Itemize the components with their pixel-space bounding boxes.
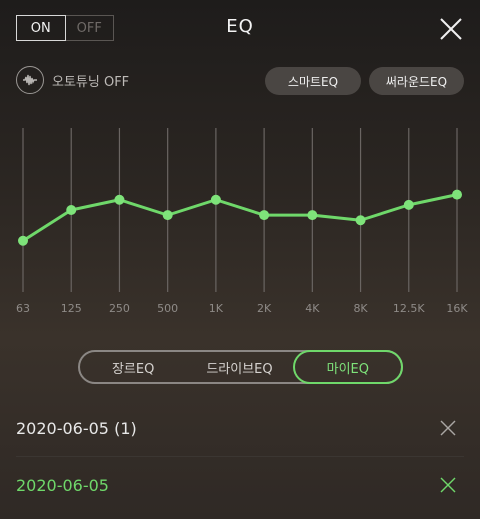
x-tick-label: 1K xyxy=(209,302,224,315)
x-tick-label: 12.5K xyxy=(393,302,425,315)
x-tick-label: 2K xyxy=(257,302,272,315)
list-item[interactable]: 2020-06-05 (1) xyxy=(16,400,464,457)
x-tick-label: 250 xyxy=(109,302,130,315)
eq-point-16K[interactable] xyxy=(452,189,462,200)
eq-point-4K[interactable] xyxy=(307,210,318,221)
x-tick-label: 8K xyxy=(353,302,368,315)
eq-point-12.5K[interactable] xyxy=(403,199,414,210)
x-tick-label: 4K xyxy=(305,302,320,315)
delete-icon[interactable] xyxy=(440,420,456,436)
surround-eq-button[interactable]: 써라운드EQ xyxy=(369,67,464,95)
x-tick-label: 16K xyxy=(446,302,468,315)
tab-genre-eq[interactable]: 장르EQ xyxy=(80,352,186,382)
delete-icon[interactable] xyxy=(440,477,456,493)
x-tick-label: 63 xyxy=(16,302,30,315)
autotune-toggle[interactable]: 오토튜닝 OFF xyxy=(16,66,129,94)
eq-type-tabs: 장르EQ 드라이브EQ 마이EQ xyxy=(78,350,403,384)
x-tick-label: 125 xyxy=(61,302,82,315)
eq-point-500[interactable] xyxy=(162,210,173,221)
smart-eq-button[interactable]: 스마트EQ xyxy=(265,67,361,95)
autotune-label: 오토튜닝 OFF xyxy=(52,74,130,90)
list-item-name: 2020-06-05 xyxy=(16,475,109,495)
top-bar: ON OFF EQ xyxy=(0,0,480,60)
close-icon[interactable] xyxy=(438,16,464,42)
my-eq-list: 2020-06-05 (1) 2020-06-05 xyxy=(0,400,480,513)
eq-point-125[interactable] xyxy=(66,205,77,215)
eq-options-row: 오토튜닝 OFF 스마트EQ 써라운드EQ xyxy=(0,62,480,102)
list-item-name: 2020-06-05 (1) xyxy=(16,418,137,438)
eq-chart[interactable]: 63 125 250 500 1K 2K 4K 8K 12.5K 16K xyxy=(0,120,480,320)
page-title: EQ xyxy=(226,16,254,37)
list-item-selected[interactable]: 2020-06-05 xyxy=(16,457,464,513)
tab-drive-eq[interactable]: 드라이브EQ xyxy=(186,352,292,382)
eq-point-250[interactable] xyxy=(114,194,125,205)
x-tick-label: 500 xyxy=(157,302,178,315)
waveform-icon xyxy=(16,66,44,94)
tab-my-eq[interactable]: 마이EQ xyxy=(292,350,403,384)
eq-curve xyxy=(22,193,458,243)
eq-point-2K[interactable] xyxy=(259,210,270,221)
eq-point-63[interactable] xyxy=(18,235,28,246)
eq-point-1K[interactable] xyxy=(210,194,221,205)
eq-point-8K[interactable] xyxy=(355,215,366,226)
